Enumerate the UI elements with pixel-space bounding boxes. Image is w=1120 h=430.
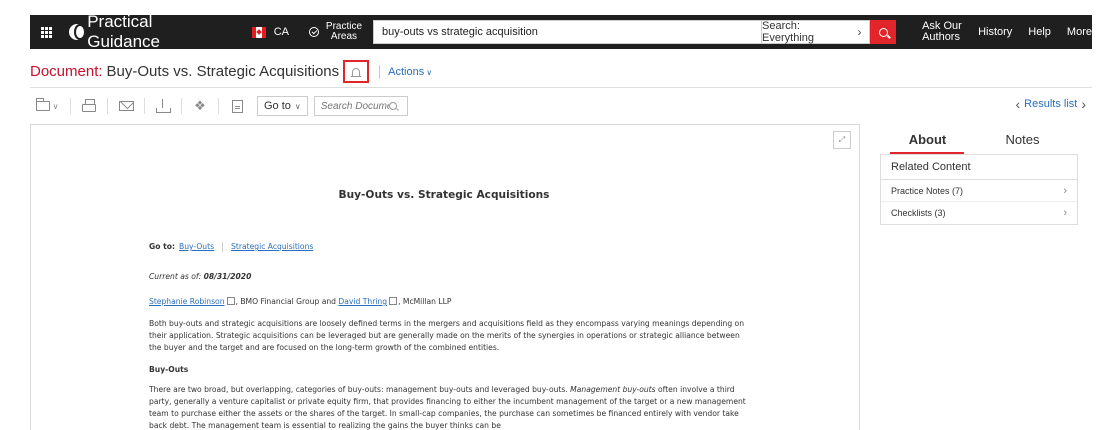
goto-link-buy-outs[interactable]: Buy-Outs: [179, 241, 214, 253]
practical-guidance-logo-icon: [69, 24, 86, 40]
print-button[interactable]: [77, 96, 101, 116]
side-tabs: About Notes: [880, 130, 1078, 154]
current-label: Current as of:: [149, 272, 202, 281]
jurisdiction-selector[interactable]: CA: [251, 26, 289, 38]
save-to-folder-button[interactable]: ∨: [30, 96, 64, 116]
brand-name: Practical Guidance: [87, 12, 160, 51]
authors-line: Stephanie Robinson , BMO Financial Group …: [149, 296, 749, 308]
document-heading: Buy-Outs vs. Strategic Acquisitions: [338, 189, 550, 201]
canada-flag-icon: [251, 26, 266, 38]
document-toolbar: ∨ ❖ Go to ∨ ‹ Results list ›: [30, 94, 1092, 118]
document-title-row: Document: Buy-Outs vs. Strategic Acquisi…: [30, 56, 1092, 88]
related-checklists-row[interactable]: Checklists (3) ›: [881, 202, 1077, 224]
toolbar-divider: [107, 98, 108, 114]
actions-menu[interactable]: Actions ∨: [379, 64, 433, 79]
top-navigation-bar: Practical Guidance CA Practice Areas buy…: [0, 0, 1120, 58]
related-row-label: Practice Notes (7): [891, 185, 964, 196]
chevron-down-icon: ∨: [52, 101, 59, 111]
toolbar-divider: [144, 98, 145, 114]
actions-label: Actions: [388, 65, 425, 78]
author-link-david-thring[interactable]: David Thring: [338, 297, 387, 306]
chevron-right-icon[interactable]: ›: [1081, 96, 1086, 112]
goto-dropdown[interactable]: Go to ∨: [257, 96, 308, 116]
toolbar-divider: [70, 98, 71, 114]
search-scope-label: Search: Everything: [762, 20, 815, 44]
author-link-stephanie-robinson[interactable]: Stephanie Robinson: [149, 297, 225, 306]
chevron-right-icon: ›: [1063, 184, 1067, 197]
related-practice-notes-row[interactable]: Practice Notes (7) ›: [881, 180, 1077, 202]
more-link[interactable]: More: [1067, 26, 1092, 38]
goto-divider: [222, 242, 224, 252]
brand-logo-link[interactable]: Practical Guidance: [69, 12, 227, 52]
buy-outs-paragraph-start: There are two broad, but overlapping, ca…: [149, 385, 571, 394]
main-search-input[interactable]: buy-outs vs strategic acquisition: [372, 20, 763, 44]
buy-outs-paragraph-emphasis: Management buy-outs: [570, 385, 656, 394]
external-profile-icon[interactable]: [226, 297, 235, 305]
search-scope-dropdown[interactable]: Search: Everything ›: [762, 20, 871, 44]
download-icon: [156, 99, 171, 113]
apps-menu-button[interactable]: [30, 15, 63, 49]
goto-link-strategic-acquisitions[interactable]: Strategic Acquisitions: [231, 241, 313, 253]
alert-bell-button[interactable]: [343, 60, 370, 83]
current-date: 08/31/2020: [203, 272, 252, 281]
compass-icon: [308, 27, 319, 37]
buy-outs-paragraph: There are two broad, but overlapping, ca…: [149, 384, 749, 430]
toolbar-divider: [218, 98, 219, 114]
author2-org: , McMillan LLP: [398, 297, 452, 306]
search-document-input[interactable]: [320, 100, 389, 112]
mail-icon: [118, 101, 134, 111]
document-view-button[interactable]: [225, 96, 249, 116]
side-panel: About Notes Related Content Practice Not…: [880, 130, 1078, 225]
bell-icon: [351, 68, 362, 77]
dropbox-button[interactable]: ❖: [188, 96, 212, 116]
search-button[interactable]: [870, 20, 897, 44]
goto-links-label: Go to:: [149, 242, 175, 251]
jurisdiction-label: CA: [273, 26, 289, 38]
history-link[interactable]: History: [978, 26, 1012, 38]
results-list-link[interactable]: ‹ Results list ›: [1015, 96, 1086, 112]
document-prefix: Document:: [30, 63, 103, 80]
search-document-field[interactable]: [313, 96, 408, 116]
expand-fullscreen-button[interactable]: ⤢: [833, 131, 851, 149]
folder-icon: [35, 98, 50, 111]
chevron-left-icon[interactable]: ‹: [1015, 96, 1020, 112]
related-content-heading: Related Content: [881, 155, 1077, 180]
document-pane: ⤢ Buy-Outs vs. Strategic Acquisitions Go…: [30, 124, 860, 430]
external-profile-icon[interactable]: [389, 297, 398, 305]
expand-icon: ⤢: [838, 135, 846, 144]
document-icon: [231, 99, 243, 113]
author1-org: , BMO Financial Group and: [235, 297, 339, 306]
related-content-box: Related Content Practice Notes (7) › Che…: [880, 154, 1078, 225]
tab-notes[interactable]: Notes: [975, 130, 1070, 154]
print-icon: [82, 99, 96, 112]
current-as-of: Current as of: 08/31/2020: [149, 271, 749, 283]
download-button[interactable]: [151, 96, 175, 116]
tab-about[interactable]: About: [880, 130, 975, 154]
ask-our-authors-link[interactable]: Ask Our Authors: [922, 21, 962, 43]
section-heading-buy-outs: Buy-Outs: [149, 365, 189, 374]
top-bar-inner: Practical Guidance CA Practice Areas buy…: [30, 12, 1092, 52]
goto-links-line: Go to: Buy-Outs Strategic Acquisitions: [149, 241, 749, 253]
search-icon: [388, 102, 397, 110]
chevron-right-icon: ›: [857, 25, 862, 39]
chevron-right-icon: ›: [1063, 207, 1067, 219]
intro-paragraph: Both buy-outs and strategic acquisitions…: [149, 319, 745, 352]
toolbar-divider: [181, 98, 182, 114]
related-row-label: Checklists (3): [891, 208, 946, 218]
header-right-nav: Ask Our Authors History Help More: [922, 21, 1092, 43]
help-link[interactable]: Help: [1028, 26, 1051, 38]
chevron-down-icon: ∨: [294, 101, 301, 111]
dropbox-icon: ❖: [194, 98, 206, 113]
chevron-down-icon: ∨: [426, 67, 433, 77]
apps-grid-icon: [41, 26, 53, 38]
goto-label: Go to: [264, 100, 291, 112]
practice-areas-menu[interactable]: Practice Areas: [308, 21, 363, 42]
document-title: Buy-Outs vs. Strategic Acquisitions: [106, 63, 340, 80]
search-icon: [878, 27, 888, 37]
email-button[interactable]: [114, 96, 138, 116]
practice-areas-label: Practice Areas: [325, 21, 363, 42]
document-body: Buy-Outs vs. Strategic Acquisitions Go t…: [149, 189, 749, 430]
results-list-label: Results list: [1024, 98, 1078, 110]
